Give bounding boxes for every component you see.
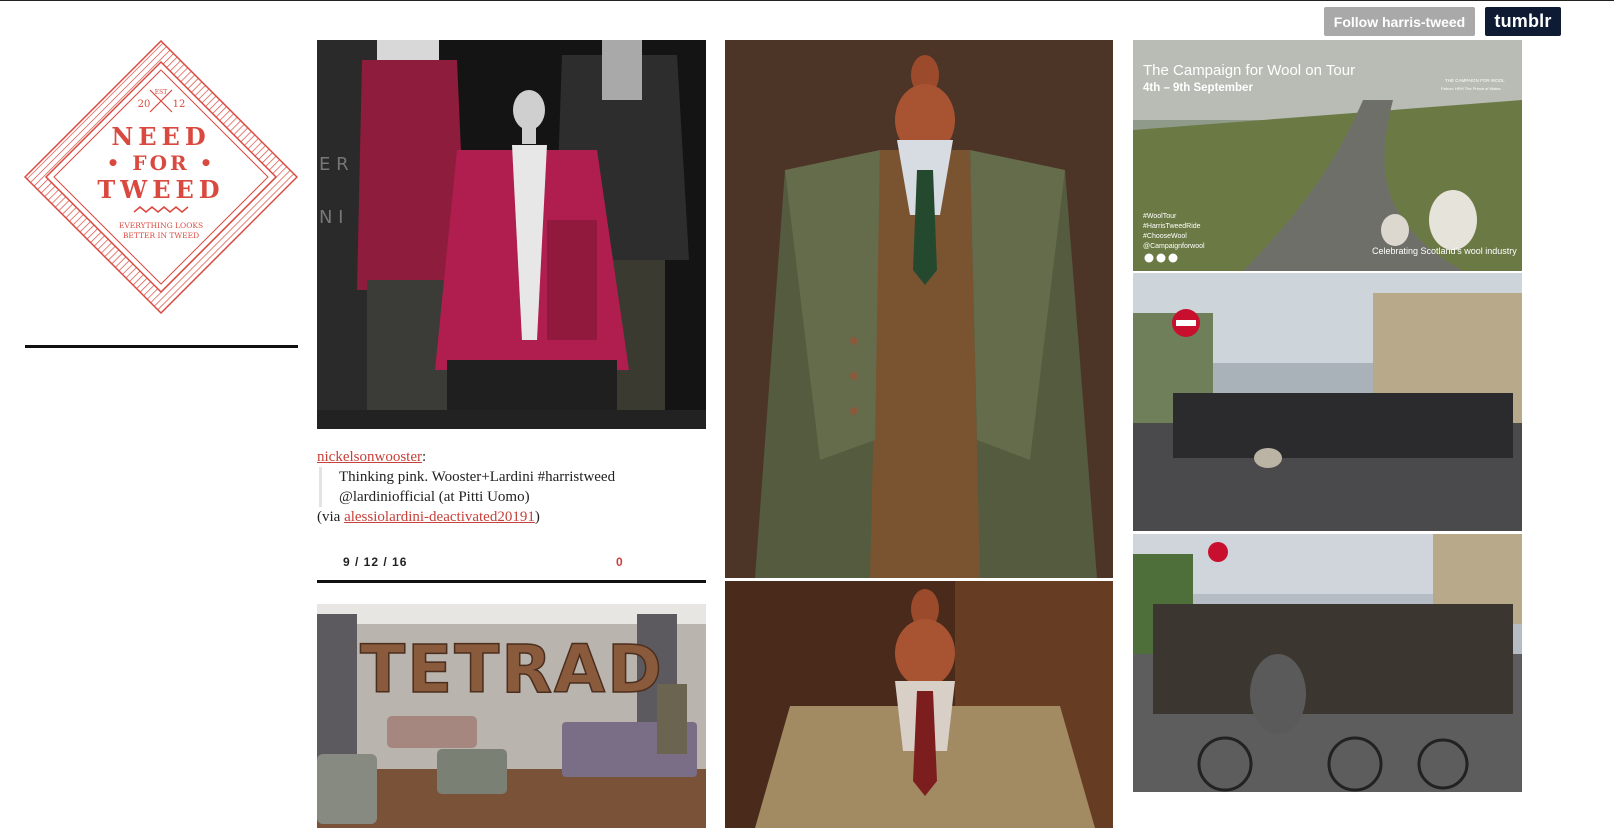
sidebar-divider	[25, 345, 298, 348]
source-user-link[interactable]: nickelsonwooster	[317, 449, 422, 465]
post-date[interactable]: 9 / 12 / 16	[343, 555, 407, 569]
logo-line-need: NEED	[111, 122, 210, 151]
need-for-tweed-logo[interactable]: EST 20 12 NEED • FOR • TWEED EVERYTHING …	[23, 39, 299, 315]
campaign-dates: 4th – 9th September	[1143, 82, 1253, 94]
logo-line-for: • FOR •	[107, 151, 216, 175]
top-border	[0, 0, 1614, 1]
campaign-patron: Patron: HRH The Prince of Wales	[1441, 86, 1501, 91]
quote-line-1: Thinking pink. Wooster+Lardini #harristw…	[339, 469, 616, 485]
hashtag-2: #HarrisTweedRide	[1143, 223, 1201, 230]
photo-green-coat-mannequin[interactable]	[725, 40, 1113, 578]
caption-colon: :	[421, 449, 427, 465]
tetrad-sign: TETRAD	[360, 631, 664, 708]
photo-brown-tweed-mannequin[interactable]	[725, 581, 1113, 828]
via-prefix: (via	[317, 509, 345, 525]
hashtag-1: #WoolTour	[1143, 213, 1177, 220]
photo-tweed-ride-street[interactable]	[1133, 273, 1522, 531]
campaign-footer: Celebrating Scotland's wool industry	[1372, 246, 1517, 256]
tumblr-button[interactable]: tumblr	[1485, 7, 1561, 36]
logo-year-right: 12	[173, 99, 186, 110]
logo-line-tweed: TWEED	[97, 175, 224, 204]
logo-tagline-1: EVERYTHING LOOKS	[119, 221, 203, 230]
post-notes-count[interactable]: 0	[616, 555, 623, 569]
logo-est: EST	[155, 89, 168, 96]
svg-text:E R: E R	[319, 154, 349, 175]
photo-campaign-for-wool[interactable]: The Campaign for Wool on Tour 4th – 9th …	[1133, 40, 1522, 271]
post-divider	[317, 580, 706, 583]
hashtag-3: #ChooseWool	[1143, 233, 1187, 240]
photo-tetrad-showroom[interactable]: TETRAD	[317, 604, 706, 828]
hashtag-4: @Campaignforwool	[1143, 243, 1205, 250]
quote-line-2: @lardiniofficial (at Pitti Uomo)	[339, 489, 530, 505]
svg-text:N I: N I	[319, 207, 344, 228]
via-suffix: )	[534, 509, 540, 525]
logo-year-left: 20	[138, 99, 151, 110]
photo-tweed-ride-cyclists[interactable]	[1133, 534, 1522, 792]
follow-button[interactable]: Follow harris-tweed	[1324, 7, 1475, 36]
campaign-title: The Campaign for Wool on Tour	[1143, 62, 1355, 79]
photo-pink-tweed-jackets[interactable]: E R N I	[317, 40, 706, 429]
campaign-org: THE CAMPAIGN FOR WOOL	[1445, 78, 1505, 83]
via-user-link[interactable]: alessiolardini-deactivated20191	[344, 509, 535, 525]
logo-tagline-2: BETTER IN TWEED	[123, 231, 199, 240]
post-caption: nickelsonwooster: Thinking pink. Wooster…	[317, 447, 706, 527]
post-quote: Thinking pink. Wooster+Lardini #harristw…	[319, 467, 706, 507]
